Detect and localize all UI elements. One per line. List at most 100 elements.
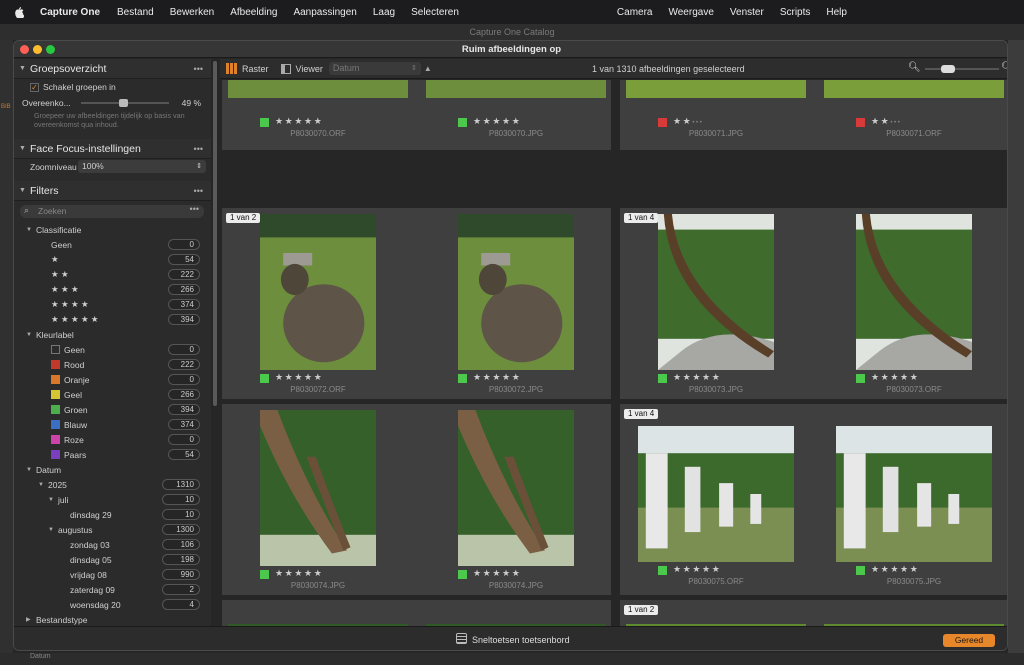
star-filled-icon[interactable]: ★	[483, 372, 493, 382]
disclosure-icon[interactable]: ▼	[26, 332, 36, 338]
disclosure-icon[interactable]: ▼	[48, 497, 58, 503]
photo-thumbnail[interactable]	[856, 214, 972, 370]
colorlabel-row[interactable]: Blauw 374	[14, 417, 211, 432]
viewer-icon[interactable]	[280, 63, 291, 74]
grid-view-icon[interactable]	[226, 63, 237, 74]
star-filled-icon[interactable]: ★	[512, 372, 522, 382]
star-filled-icon[interactable]: ★	[285, 568, 295, 578]
photo-thumbnail[interactable]	[458, 214, 574, 370]
group-toggle-row[interactable]: ✓ Schakel groepen in	[14, 79, 211, 95]
menu-bewerken[interactable]: Bewerken	[170, 7, 214, 18]
star-filled-icon[interactable]: ★	[683, 564, 693, 574]
image-group-cell[interactable]: 1 van 2 ★★★★★ P8030072.ORF ★★★★★ P8030072.JP…	[222, 208, 611, 399]
zoom-out-icon[interactable]: 🔍︎	[908, 62, 921, 73]
zoom-in-icon[interactable]: 🔍︎	[1001, 62, 1007, 73]
classification-row[interactable]: ★ ★ ★ ★ 374	[14, 297, 211, 312]
photo-thumbnail[interactable]	[836, 426, 992, 562]
disclosure-icon[interactable]: ▼	[48, 527, 58, 533]
colorlabel-row[interactable]: Groen 394	[14, 402, 211, 417]
green-color-label-icon[interactable]	[458, 118, 467, 127]
star-empty-icon[interactable]: •	[898, 120, 902, 126]
disclosure-icon[interactable]: ▼	[19, 65, 26, 72]
green-color-label-icon[interactable]	[856, 566, 865, 575]
star-filled-icon[interactable]: ★	[512, 116, 522, 126]
star-rating[interactable]: ★★★★★	[473, 568, 521, 579]
colorlabel-row[interactable]: Rood 222	[14, 357, 211, 372]
viewer-button[interactable]: Viewer	[296, 64, 323, 74]
date-row[interactable]: dinsdag 05 198	[14, 552, 211, 567]
disclosure-icon[interactable]: ▼	[26, 467, 36, 473]
star-filled-icon[interactable]: ★	[294, 116, 304, 126]
star-filled-icon[interactable]: ★	[304, 568, 314, 578]
photo-thumbnail[interactable]	[626, 80, 806, 98]
keyboard-icon[interactable]	[456, 633, 467, 644]
star-filled-icon[interactable]: ★	[285, 372, 295, 382]
filter-search-field[interactable]: ⌕ Zoeken •••	[20, 204, 204, 218]
star-filled-icon[interactable]: ★	[275, 116, 285, 126]
star-filled-icon[interactable]: ★	[900, 564, 910, 574]
zoom-select[interactable]: 100% ⇕	[78, 160, 206, 173]
star-rating[interactable]: ★★★★★	[473, 372, 521, 383]
menu-selecteren[interactable]: Selecteren	[411, 7, 459, 18]
colorlabel-row[interactable]: Roze 0	[14, 432, 211, 447]
star-filled-icon[interactable]: ★	[502, 372, 512, 382]
colorlabel-row[interactable]: Geen 0	[14, 342, 211, 357]
menu-bestand[interactable]: Bestand	[117, 7, 154, 18]
image-group-cell[interactable]: ★★★★★ P8030070.ORF ★★★★★ P8030070.JPG	[222, 80, 611, 150]
star-filled-icon[interactable]: ★	[712, 564, 722, 574]
star-filled-icon[interactable]: ★	[702, 372, 712, 382]
star-filled-icon[interactable]: ★	[304, 116, 314, 126]
photo-thumbnail[interactable]	[260, 410, 376, 566]
photo-thumbnail[interactable]	[458, 410, 574, 566]
star-filled-icon[interactable]: ★	[492, 372, 502, 382]
star-rating[interactable]: ★★•••	[871, 116, 901, 127]
star-filled-icon[interactable]: ★	[683, 372, 693, 382]
filter-group-classification[interactable]: ▼ Classificatie	[14, 222, 211, 237]
green-color-label-icon[interactable]	[260, 570, 269, 579]
star-filled-icon[interactable]: ★	[314, 372, 324, 382]
star-rating[interactable]: ★★★★★	[673, 564, 721, 575]
classification-row[interactable]: Geen 0	[14, 237, 211, 252]
more-icon[interactable]: •••	[194, 144, 203, 154]
more-icon[interactable]: •••	[194, 64, 203, 74]
sort-select[interactable]: Datum ⇕	[328, 62, 421, 75]
photo-thumbnail[interactable]	[638, 426, 794, 562]
star-rating[interactable]: ★★★★★	[673, 372, 721, 383]
star-filled-icon[interactable]: ★	[294, 372, 304, 382]
photo-thumbnail[interactable]	[228, 80, 408, 98]
photo-thumbnail[interactable]	[426, 80, 606, 98]
green-color-label-icon[interactable]	[260, 374, 269, 383]
more-icon[interactable]: •••	[194, 186, 203, 196]
star-filled-icon[interactable]: ★	[890, 564, 900, 574]
green-color-label-icon[interactable]	[658, 374, 667, 383]
star-filled-icon[interactable]: ★	[285, 116, 295, 126]
star-rating[interactable]: ★★★★★	[275, 116, 323, 127]
date-row[interactable]: dinsdag 29 10	[14, 507, 211, 522]
star-filled-icon[interactable]: ★	[881, 116, 891, 126]
sidebar-scrollbar[interactable]	[213, 61, 217, 406]
date-row[interactable]: ▼ 2025 1310	[14, 477, 211, 492]
date-row[interactable]: ▼ augustus 1300	[14, 522, 211, 537]
disclosure-icon[interactable]: ▼	[19, 187, 26, 194]
green-color-label-icon[interactable]	[658, 566, 667, 575]
star-filled-icon[interactable]: ★	[275, 372, 285, 382]
slider-thumb[interactable]	[941, 65, 955, 73]
date-row[interactable]: zondag 03 106	[14, 537, 211, 552]
colorlabel-row[interactable]: Oranje 0	[14, 372, 211, 387]
image-group-cell[interactable]: ★★••• P8030071.JPG ★★••• P8030071.ORF	[620, 80, 1007, 150]
date-row[interactable]: ▼ juli 10	[14, 492, 211, 507]
star-filled-icon[interactable]: ★	[871, 372, 881, 382]
star-rating[interactable]: ★★★★★	[871, 372, 919, 383]
star-filled-icon[interactable]: ★	[673, 116, 683, 126]
filter-group-filetype[interactable]: ▶ Bestandstype	[14, 612, 211, 626]
star-filled-icon[interactable]: ★	[294, 568, 304, 578]
classification-row[interactable]: ★ ★ ★ ★ ★ 394	[14, 312, 211, 327]
star-filled-icon[interactable]: ★	[712, 372, 722, 382]
colorlabel-row[interactable]: Paars 54	[14, 447, 211, 462]
menu-aanpassingen[interactable]: Aanpassingen	[293, 7, 356, 18]
search-options-icon[interactable]: •••	[190, 204, 199, 214]
star-rating[interactable]: ★★★★★	[275, 568, 323, 579]
green-color-label-icon[interactable]	[856, 374, 865, 383]
star-filled-icon[interactable]: ★	[492, 568, 502, 578]
date-row[interactable]: zaterdag 09 2	[14, 582, 211, 597]
